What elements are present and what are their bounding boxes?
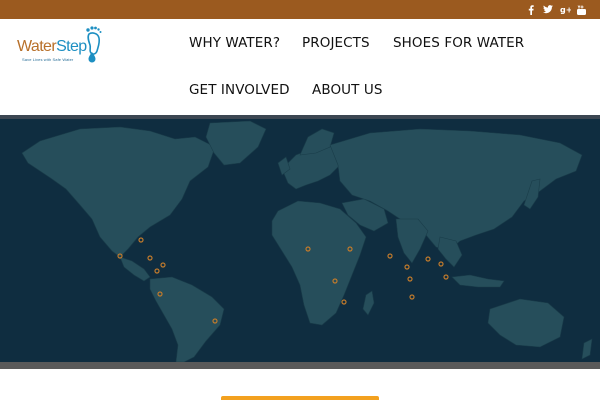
waterstep-logo[interactable]: WaterStep Save Lives with Safe Water: [17, 23, 107, 73]
nav-projects[interactable]: PROJECTS: [302, 35, 370, 51]
site-header: WaterStep Save Lives with Safe Water WHY…: [0, 19, 600, 115]
facebook-icon[interactable]: [524, 0, 538, 19]
youtube-icon[interactable]: [574, 0, 588, 19]
nav-about-us[interactable]: ABOUT US: [312, 82, 383, 98]
page: g+ WaterStep Save Lives with Safe Water …: [0, 0, 600, 400]
map-bottom-border: [0, 362, 600, 369]
nav-shoes-for-water[interactable]: SHOES FOR WATER: [393, 35, 524, 51]
world-map-graphic: [21, 120, 593, 362]
logo-wordmark: WaterStep: [17, 38, 87, 55]
call-to-action-button[interactable]: [221, 396, 379, 400]
twitter-icon[interactable]: [541, 0, 555, 19]
projects-world-map[interactable]: [0, 119, 600, 362]
google-plus-icon[interactable]: g+: [558, 0, 572, 19]
svg-text:g+: g+: [560, 6, 571, 15]
top-social-bar: g+: [0, 0, 600, 19]
nav-get-involved[interactable]: GET INVOLVED: [189, 82, 290, 98]
nav-why-water[interactable]: WHY WATER?: [189, 35, 280, 51]
logo-tagline: Save Lives with Safe Water: [22, 57, 74, 62]
footprint-drop-icon: [86, 26, 102, 63]
